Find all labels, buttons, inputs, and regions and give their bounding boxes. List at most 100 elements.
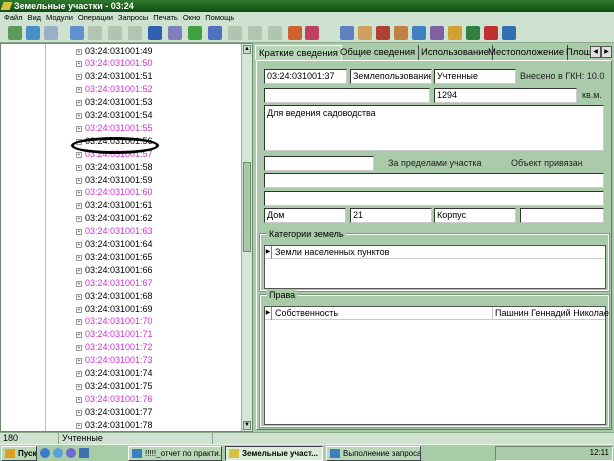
expand-icon[interactable]: + [76, 190, 82, 197]
expand-icon[interactable]: + [76, 100, 82, 107]
tree-item[interactable]: +03:24:031001:63 [76, 225, 153, 238]
tab-scroll-right-icon[interactable]: ▶ [601, 46, 612, 58]
expand-icon[interactable]: + [76, 409, 82, 416]
menu-queries[interactable]: Запросы [118, 13, 148, 22]
expand-icon[interactable]: + [76, 74, 82, 81]
export-icon[interactable] [305, 26, 319, 40]
tree-item[interactable]: +03:24:031001:78 [76, 419, 153, 432]
report-icon[interactable] [394, 26, 408, 40]
category-row[interactable]: ▶ Земли населенных пунктов [265, 246, 605, 259]
desktop-icon[interactable] [79, 448, 89, 458]
ie-icon[interactable] [40, 448, 50, 458]
expand-icon[interactable]: + [76, 151, 82, 158]
tree-item[interactable]: +03:24:031001:72 [76, 341, 153, 354]
tree-item[interactable]: +03:24:031001:73 [76, 354, 153, 367]
tab-general[interactable]: Общие сведения [337, 45, 420, 60]
check-icon[interactable] [26, 26, 40, 40]
expand-icon[interactable]: + [76, 345, 82, 352]
area-field[interactable]: 1294 [434, 88, 577, 103]
expand-icon[interactable]: + [76, 203, 82, 210]
tree-item[interactable]: +03:24:031001:55 [76, 122, 153, 135]
type-field[interactable]: Землепользование [350, 69, 432, 84]
menu-modules[interactable]: Модули [46, 13, 73, 22]
tree-item[interactable]: +03:24:031001:59 [76, 174, 153, 187]
expand-icon[interactable]: + [76, 280, 82, 287]
expand-icon[interactable]: + [76, 319, 82, 326]
purpose-textarea[interactable]: Для ведения садоводства [264, 105, 604, 151]
tree-item[interactable]: +03:24:031001:74 [76, 367, 153, 380]
tree-item[interactable]: +03:24:031001:77 [76, 406, 153, 419]
menu-file[interactable]: Файл [4, 13, 22, 22]
expand-icon[interactable]: + [76, 61, 82, 68]
globe-icon[interactable] [466, 26, 480, 40]
address-field-1[interactable] [264, 173, 604, 188]
print-icon[interactable] [44, 26, 58, 40]
tab-scroll-left-icon[interactable]: ◀ [590, 46, 601, 58]
outlook-icon[interactable] [53, 448, 63, 458]
expand-icon[interactable]: + [76, 229, 82, 236]
expand-icon[interactable]: + [76, 306, 82, 313]
task-query[interactable]: Выполнение запроса [326, 446, 421, 461]
expand-icon[interactable]: + [76, 216, 82, 223]
tree-item[interactable]: +03:24:031001:71 [76, 328, 153, 341]
status-field[interactable]: Учтенные [434, 69, 516, 84]
tree-item[interactable]: +03:24:031001:62 [76, 212, 153, 225]
cut-icon[interactable] [88, 26, 102, 40]
scroll-up-icon[interactable]: ▲ [243, 45, 251, 54]
map2-icon[interactable] [430, 26, 444, 40]
users-icon[interactable] [340, 26, 354, 40]
table-icon[interactable] [168, 26, 182, 40]
menu-help[interactable]: Помощь [205, 13, 234, 22]
media-player-icon[interactable] [66, 448, 76, 458]
disabled3-icon[interactable] [268, 26, 282, 40]
scroll-down-icon[interactable]: ▼ [243, 421, 251, 430]
tree-item[interactable]: +03:24:031001:50 [76, 57, 153, 70]
tree-item[interactable]: +03:24:031001:51 [76, 70, 153, 83]
tree-item[interactable]: +03:24:031001:58 [76, 161, 153, 174]
disabled1-icon[interactable] [228, 26, 242, 40]
expand-icon[interactable]: + [76, 164, 82, 171]
expand-icon[interactable]: + [76, 113, 82, 119]
tree-item[interactable]: +03:24:031001:49 [76, 45, 153, 58]
address-field-2[interactable] [264, 191, 604, 206]
expand-icon[interactable]: + [76, 422, 82, 429]
tab-summary[interactable]: Краткие сведения [255, 45, 342, 60]
house-field[interactable]: 21 [350, 208, 432, 223]
expand-icon[interactable]: + [76, 254, 82, 261]
tree-item[interactable]: +03:24:031001:75 [76, 380, 153, 393]
tree-item[interactable]: +03:24:031001:66 [76, 264, 153, 277]
tree-item[interactable]: +03:24:031001:61 [76, 199, 153, 212]
refresh-icon[interactable] [8, 26, 22, 40]
expand-icon[interactable]: + [76, 358, 82, 365]
book-icon[interactable] [376, 26, 390, 40]
tree-item[interactable]: +03:24:031001:69 [76, 303, 153, 316]
tab-location[interactable]: Местоположение [485, 45, 569, 60]
tree-item[interactable]: +03:24:031001:70 [76, 315, 153, 328]
start-button[interactable]: Пуск [1, 446, 37, 461]
help-icon[interactable] [502, 26, 516, 40]
scroll-thumb[interactable] [243, 162, 251, 252]
menu-window[interactable]: Окно [183, 13, 200, 22]
building-field[interactable] [520, 208, 604, 223]
tree-item[interactable]: +03:24:031001:54 [76, 109, 153, 122]
document-icon[interactable] [358, 26, 372, 40]
expand-icon[interactable]: + [76, 383, 82, 390]
new-window-icon[interactable] [70, 26, 84, 40]
layers-icon[interactable] [412, 26, 426, 40]
pdf-icon[interactable] [484, 26, 498, 40]
tree-item[interactable]: +03:24:031001:65 [76, 251, 153, 264]
delete-icon[interactable] [148, 26, 162, 40]
empty-field-2[interactable] [264, 156, 374, 171]
tree-item[interactable]: +03:24:031001:67 [76, 277, 153, 290]
expand-icon[interactable]: + [76, 125, 82, 132]
expand-icon[interactable]: + [76, 371, 82, 377]
task-land-parcels[interactable]: Земельные участ... [225, 446, 323, 461]
tree-item[interactable]: +03:24:031001:53 [76, 96, 153, 109]
right-row[interactable]: ▶ Собственность Пашнин Геннадий Николае [265, 307, 609, 320]
menu-view[interactable]: Вид [27, 13, 41, 22]
task-report[interactable]: !!!!!_отчет по практи... [128, 446, 222, 461]
expand-icon[interactable]: + [76, 267, 82, 274]
expand-icon[interactable]: + [76, 242, 82, 248]
parcel-icon[interactable] [288, 26, 302, 40]
tree-item[interactable]: +03:24:031001:52 [76, 83, 153, 96]
